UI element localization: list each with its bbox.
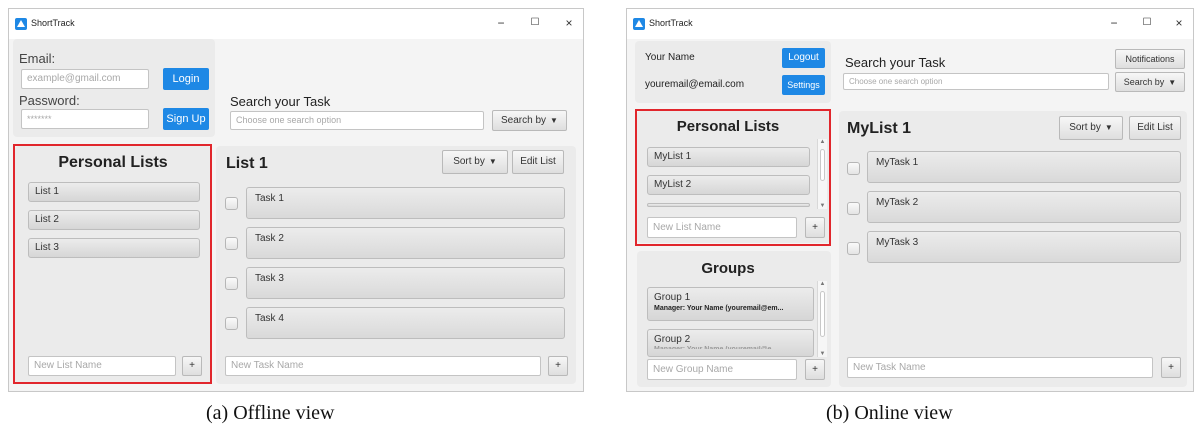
add-group-button[interactable]: + — [805, 359, 825, 380]
close-button[interactable]: × — [1172, 16, 1186, 30]
task-checkbox[interactable] — [847, 242, 860, 255]
groups-panel: Groups Group 1 Manager: Your Name (youre… — [637, 251, 831, 387]
task-checkbox[interactable] — [225, 277, 238, 290]
sort-by-dropdown[interactable]: Sort by ▼ — [442, 150, 508, 174]
task-item[interactable]: Task 4 — [246, 307, 565, 339]
sort-by-label: Sort by — [1069, 122, 1101, 133]
search-label: Search your Task — [230, 94, 331, 109]
group-item[interactable]: Group 2 Manager: Your Name (youremail@e.… — [647, 329, 814, 357]
task-checkbox[interactable] — [225, 317, 238, 330]
chevron-down-icon: ▼ — [1168, 78, 1177, 87]
chevron-down-icon: ▼ — [550, 116, 558, 125]
task-checkbox[interactable] — [225, 237, 238, 250]
task-item[interactable]: MyTask 3 — [867, 231, 1181, 263]
task-item[interactable]: Task 1 — [246, 187, 565, 219]
user-email: youremail@email.com — [645, 79, 745, 90]
groups-scrollbar[interactable]: ▲ ▼ — [817, 281, 827, 357]
list-title: MyList 1 — [847, 120, 912, 137]
minimize-button[interactable]: − — [494, 16, 508, 30]
password-field[interactable]: ******* — [21, 109, 149, 129]
group-name: Group 2 — [654, 334, 691, 345]
search-input[interactable]: Choose one search option — [843, 73, 1109, 90]
app-logo-icon — [15, 18, 27, 30]
chevron-down-icon: ▼ — [488, 157, 497, 166]
personal-lists-highlight — [13, 144, 212, 384]
task-checkbox[interactable] — [847, 162, 860, 175]
online-window: ShortTrack − ☐ × Your Name Logout yourem… — [626, 8, 1194, 392]
maximize-button[interactable]: ☐ — [1140, 16, 1154, 30]
search-by-label: Search by — [501, 115, 547, 126]
groups-heading: Groups — [701, 260, 755, 277]
sort-by-dropdown[interactable]: Sort by ▼ — [1059, 116, 1123, 140]
search-label: Search your Task — [845, 55, 946, 70]
task-item[interactable]: MyTask 1 — [867, 151, 1181, 183]
title-bar: ShortTrack − ☐ × — [627, 9, 1193, 39]
new-task-input[interactable]: New Task Name — [225, 356, 541, 376]
maximize-button[interactable]: ☐ — [528, 16, 542, 30]
edit-list-button[interactable]: Edit List — [1129, 116, 1181, 140]
login-button[interactable]: Login — [163, 68, 209, 90]
login-panel: Email: example@gmail.com Login Password:… — [13, 39, 215, 137]
email-label: Email: — [19, 51, 56, 66]
task-item[interactable]: Task 3 — [246, 267, 565, 299]
task-item[interactable]: MyTask 2 — [867, 191, 1181, 223]
task-checkbox[interactable] — [847, 202, 860, 215]
notifications-button[interactable]: Notifications — [1115, 49, 1185, 69]
tasks-panel: List 1 Sort by ▼ Edit List Task 1 Task 2 … — [216, 146, 576, 384]
scroll-thumb[interactable] — [820, 291, 825, 337]
close-button[interactable]: × — [562, 16, 576, 30]
personal-lists-highlight — [635, 109, 831, 246]
minimize-button[interactable]: − — [1107, 16, 1121, 30]
group-name: Group 1 — [654, 292, 691, 303]
title-bar: ShortTrack − ☐ × — [9, 9, 583, 39]
user-panel: Your Name Logout youremail@email.com Set… — [635, 41, 831, 103]
sort-by-label: Sort by — [453, 156, 485, 167]
email-field[interactable]: example@gmail.com — [21, 69, 149, 89]
new-task-input[interactable]: New Task Name — [847, 357, 1153, 378]
caption-online: (b) Online view — [826, 402, 953, 424]
scroll-down-icon[interactable]: ▼ — [818, 351, 827, 357]
search-input[interactable]: Choose one search option — [230, 111, 484, 130]
tasks-panel: MyList 1 Sort by ▼ Edit List MyTask 1 MyT… — [839, 111, 1187, 387]
chevron-down-icon: ▼ — [1104, 123, 1113, 132]
app-title: ShortTrack — [649, 18, 693, 28]
offline-window: ShortTrack − ☐ × Email: example@gmail.co… — [8, 8, 584, 392]
add-task-button[interactable]: + — [1161, 357, 1181, 378]
list-title: List 1 — [226, 155, 268, 172]
app-logo-icon — [633, 18, 645, 30]
caption-offline: (a) Offline view — [206, 402, 335, 424]
signup-button[interactable]: Sign Up — [163, 108, 209, 130]
edit-list-button[interactable]: Edit List — [512, 150, 564, 174]
user-name: Your Name — [645, 52, 695, 63]
scroll-up-icon[interactable]: ▲ — [818, 281, 827, 287]
search-by-dropdown[interactable]: Search by ▼ — [1115, 72, 1185, 92]
task-checkbox[interactable] — [225, 197, 238, 210]
new-group-input[interactable]: New Group Name — [647, 359, 797, 380]
logout-button[interactable]: Logout — [782, 48, 825, 68]
search-by-label: Search by — [1123, 77, 1165, 87]
password-label: Password: — [19, 93, 80, 108]
app-title: ShortTrack — [31, 18, 75, 28]
add-task-button[interactable]: + — [548, 356, 568, 376]
group-item[interactable]: Group 1 Manager: Your Name (youremail@em… — [647, 287, 814, 321]
settings-button[interactable]: Settings — [782, 75, 825, 95]
group-manager: Manager: Your Name (youremail@em... — [654, 305, 784, 312]
search-by-dropdown[interactable]: Search by ▼ — [492, 110, 567, 131]
task-item[interactable]: Task 2 — [246, 227, 565, 259]
group-manager: Manager: Your Name (youremail@e... — [654, 346, 813, 349]
